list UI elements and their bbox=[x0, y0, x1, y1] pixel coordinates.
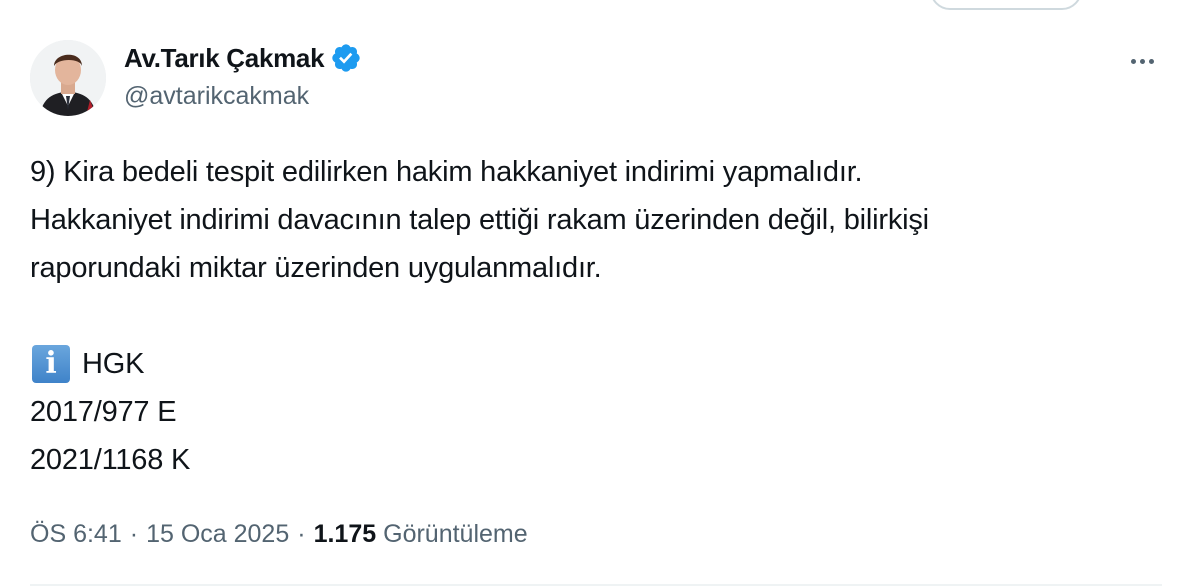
display-name[interactable]: Av.Tarık Çakmak bbox=[124, 43, 325, 74]
meta-separator: · bbox=[297, 519, 306, 548]
tweet-date[interactable]: 15 Oca 2025 bbox=[146, 520, 289, 549]
meta-separator: · bbox=[129, 519, 139, 548]
avatar-image bbox=[30, 40, 106, 116]
tweet-header: Av.Tarık Çakmak @avtarikcakmak bbox=[30, 40, 1162, 120]
tweet-line: 9) Kira bedeli tespit edilirken hakim ha… bbox=[30, 156, 863, 188]
decision-number: 2021/1168 K bbox=[30, 444, 191, 476]
views-count[interactable]: 1.175 bbox=[314, 520, 377, 549]
information-icon: i bbox=[32, 345, 70, 383]
more-options-button[interactable] bbox=[1122, 48, 1162, 74]
tweet-line: Hakkaniyet indirimi davacının talep etti… bbox=[30, 204, 929, 236]
top-pill-button[interactable] bbox=[930, 0, 1082, 10]
case-number: 2017/977 E bbox=[30, 396, 177, 428]
more-horizontal-icon bbox=[1130, 58, 1136, 64]
tweet-meta: ÖS 6:41 · 15 Oca 2025 · 1.175 Görüntülem… bbox=[30, 514, 528, 554]
user-handle[interactable]: @avtarikcakmak bbox=[124, 82, 309, 111]
court-name: HGK bbox=[82, 348, 145, 380]
tweet-time[interactable]: ÖS 6:41 bbox=[30, 520, 122, 549]
divider bbox=[30, 584, 1162, 586]
tweet-line: raporundaki miktar üzerinden uygulanmalı… bbox=[30, 252, 602, 284]
verified-badge-icon[interactable] bbox=[330, 42, 362, 74]
name-row: Av.Tarık Çakmak bbox=[124, 40, 362, 76]
avatar[interactable] bbox=[30, 40, 106, 116]
court-line: i HGK bbox=[30, 340, 1170, 388]
views-label[interactable]: Görüntüleme bbox=[383, 520, 528, 549]
tweet-text: 9) Kira bedeli tespit edilirken hakim ha… bbox=[30, 148, 1170, 484]
